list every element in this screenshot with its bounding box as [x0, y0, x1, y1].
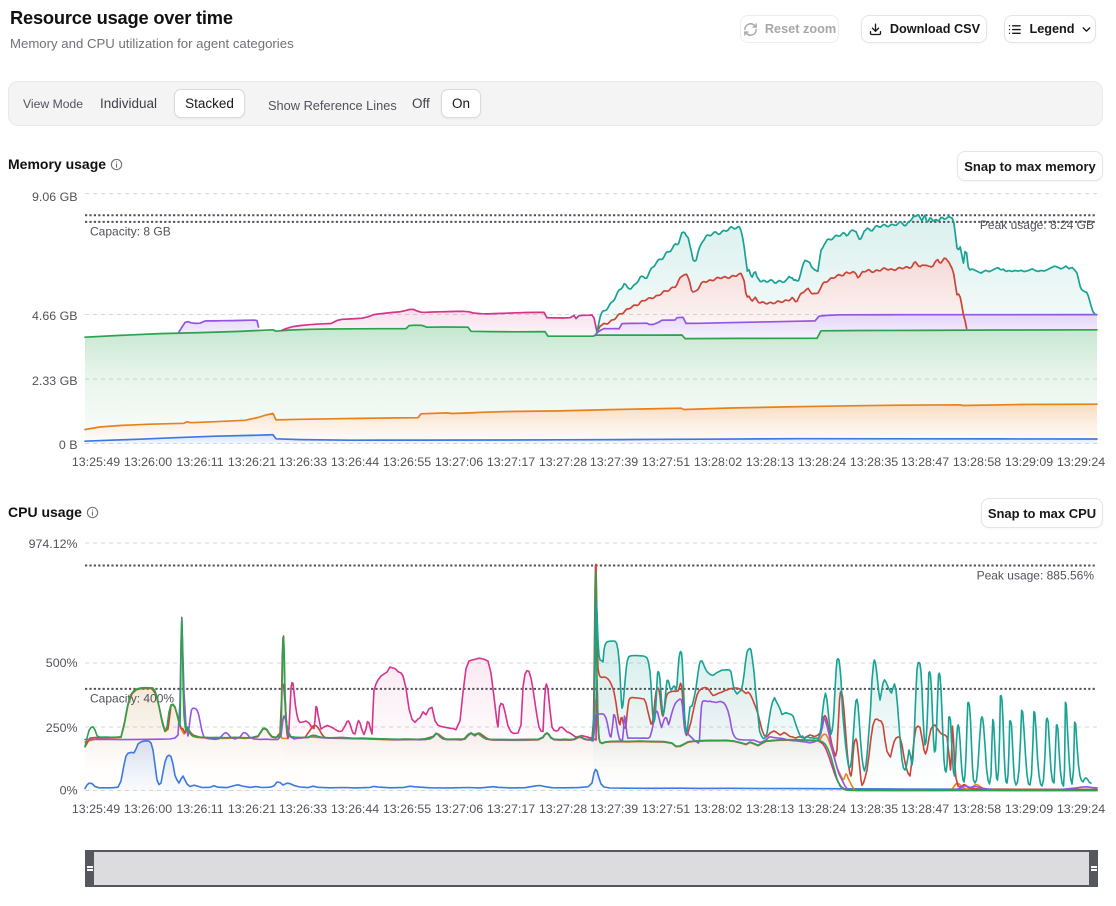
svg-text:13:27:51: 13:27:51 [642, 802, 690, 816]
svg-text:13:28:02: 13:28:02 [694, 455, 742, 469]
svg-text:13:28:24: 13:28:24 [798, 455, 846, 469]
svg-text:13:28:58: 13:28:58 [953, 802, 1001, 816]
svg-text:13:26:55: 13:26:55 [383, 455, 431, 469]
svg-text:13:27:28: 13:27:28 [539, 455, 587, 469]
svg-text:13:28:58: 13:28:58 [953, 455, 1001, 469]
svg-text:0 B: 0 B [59, 438, 78, 452]
svg-text:13:28:35: 13:28:35 [850, 802, 898, 816]
svg-text:13:28:47: 13:28:47 [901, 802, 949, 816]
svg-text:13:26:44: 13:26:44 [331, 455, 379, 469]
svg-text:Peak usage: 885.56%: Peak usage: 885.56% [977, 569, 1095, 583]
svg-text:13:26:00: 13:26:00 [124, 802, 172, 816]
svg-text:13:28:24: 13:28:24 [798, 802, 846, 816]
svg-text:13:26:21: 13:26:21 [228, 802, 276, 816]
svg-text:250%: 250% [46, 721, 78, 735]
svg-text:13:27:51: 13:27:51 [642, 455, 690, 469]
svg-text:13:27:06: 13:27:06 [435, 802, 483, 816]
svg-text:0%: 0% [60, 784, 78, 798]
svg-text:9.06 GB: 9.06 GB [32, 190, 77, 204]
svg-text:13:27:39: 13:27:39 [590, 802, 638, 816]
svg-text:13:27:06: 13:27:06 [435, 455, 483, 469]
svg-text:13:29:09: 13:29:09 [1005, 802, 1053, 816]
svg-text:Capacity: 8 GB: Capacity: 8 GB [90, 225, 171, 239]
svg-text:13:28:13: 13:28:13 [746, 802, 794, 816]
svg-text:13:27:39: 13:27:39 [590, 455, 638, 469]
svg-text:13:28:47: 13:28:47 [901, 455, 949, 469]
svg-text:13:26:11: 13:26:11 [176, 802, 223, 816]
svg-text:13:28:13: 13:28:13 [746, 455, 794, 469]
svg-text:Capacity: 400%: Capacity: 400% [90, 692, 174, 706]
svg-text:13:26:33: 13:26:33 [279, 455, 327, 469]
svg-text:13:27:28: 13:27:28 [539, 802, 587, 816]
svg-text:13:25:49: 13:25:49 [72, 802, 120, 816]
svg-text:Peak usage: 8.24 GB: Peak usage: 8.24 GB [980, 218, 1094, 232]
svg-text:13:27:17: 13:27:17 [487, 455, 535, 469]
svg-text:13:27:17: 13:27:17 [487, 802, 535, 816]
svg-text:974.12%: 974.12% [29, 537, 78, 551]
svg-text:13:26:44: 13:26:44 [331, 802, 379, 816]
svg-text:13:26:33: 13:26:33 [279, 802, 327, 816]
svg-text:13:29:24: 13:29:24 [1057, 455, 1105, 469]
svg-text:13:26:11: 13:26:11 [176, 455, 223, 469]
svg-text:13:28:02: 13:28:02 [694, 802, 742, 816]
svg-text:500%: 500% [46, 656, 78, 670]
svg-text:2.33 GB: 2.33 GB [32, 374, 77, 388]
svg-text:13:28:35: 13:28:35 [850, 455, 898, 469]
svg-text:13:26:21: 13:26:21 [228, 455, 276, 469]
svg-text:13:29:09: 13:29:09 [1005, 455, 1053, 469]
svg-text:13:29:24: 13:29:24 [1057, 802, 1105, 816]
svg-text:13:26:55: 13:26:55 [383, 802, 431, 816]
svg-text:13:25:49: 13:25:49 [72, 455, 120, 469]
svg-text:4.66 GB: 4.66 GB [32, 309, 77, 323]
svg-text:13:26:00: 13:26:00 [124, 455, 172, 469]
